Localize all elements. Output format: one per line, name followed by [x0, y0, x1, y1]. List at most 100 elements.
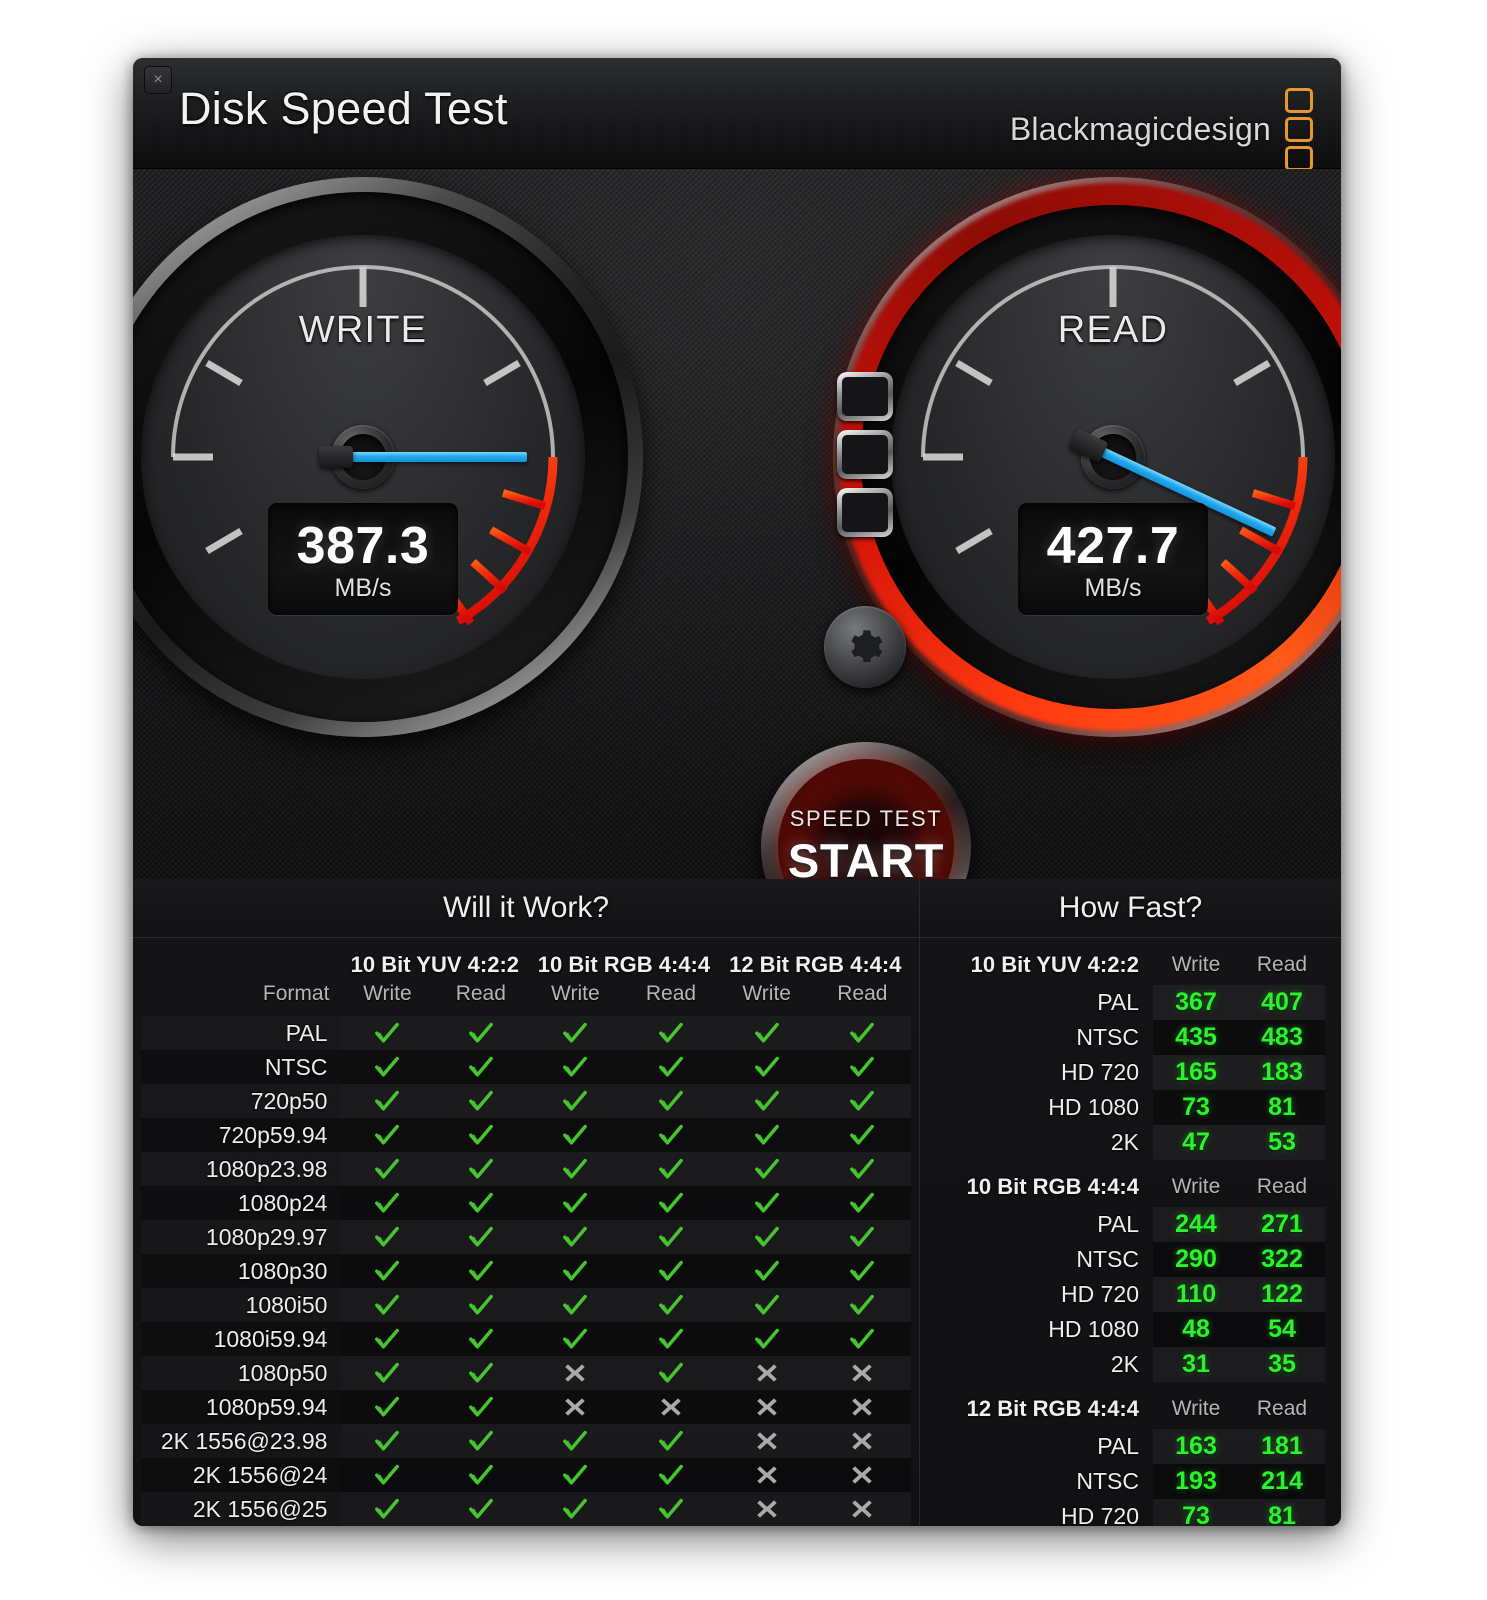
- cross-icon: [565, 1398, 586, 1416]
- support-check-cell: [813, 1322, 911, 1356]
- format-label: 720p50: [141, 1084, 341, 1118]
- check-icon: [563, 1056, 588, 1077]
- support-check-cell: [433, 1186, 529, 1220]
- support-check-cell: [341, 1288, 433, 1322]
- support-check-cell: [622, 1492, 719, 1526]
- support-check-cell: [433, 1084, 528, 1118]
- support-check-cell: [528, 1322, 623, 1356]
- table-row: NTSC 193 214: [936, 1464, 1325, 1499]
- cross-icon: [661, 1398, 681, 1416]
- support-check-cell: [622, 1424, 719, 1458]
- check-icon: [659, 1124, 683, 1145]
- support-check-cell: [433, 1254, 529, 1288]
- check-icon: [563, 1464, 588, 1485]
- settings-button[interactable]: [824, 606, 906, 688]
- how-fast-section-header: 10 Bit RGB 4:4:4 Write Read: [936, 1160, 1325, 1207]
- check-icon: [659, 1430, 683, 1451]
- check-icon: [659, 1464, 683, 1485]
- check-icon: [468, 1056, 493, 1077]
- section-write-header: Write: [1171, 1396, 1221, 1420]
- check-icon: [659, 1022, 683, 1043]
- table-row: PAL 163 181: [936, 1429, 1325, 1464]
- support-check-cell: [719, 1118, 814, 1152]
- table-row: HD 720 73 81: [936, 1499, 1325, 1526]
- sub-header-0-read: Read: [455, 982, 506, 1005]
- logo-block-1-icon: [837, 372, 893, 421]
- check-icon: [850, 1328, 875, 1349]
- table-row: PAL: [141, 1016, 911, 1050]
- format-label: PAL: [141, 1016, 341, 1050]
- check-icon: [468, 1158, 493, 1179]
- read-speed-value: 81: [1239, 1090, 1325, 1125]
- check-icon: [850, 1226, 875, 1247]
- support-check-cell: [341, 1152, 433, 1186]
- read-speed-value: 271: [1239, 1207, 1325, 1242]
- support-check-cell: [813, 1254, 911, 1288]
- section-read-header: Read: [1256, 1396, 1308, 1420]
- read-speed-value: 407: [1239, 985, 1325, 1020]
- sub-header-1-read: Read: [645, 982, 697, 1005]
- how-fast-section-header: 12 Bit RGB 4:4:4 Write Read: [936, 1382, 1325, 1429]
- check-icon: [659, 1294, 683, 1315]
- read-unit: MB/s: [1084, 573, 1142, 602]
- support-cross-cell: [720, 1492, 814, 1526]
- support-check-cell: [341, 1492, 433, 1526]
- support-cross-cell: [814, 1424, 911, 1458]
- table-row: NTSC 290 322: [936, 1242, 1325, 1277]
- check-icon: [754, 1090, 779, 1111]
- close-icon[interactable]: ×: [144, 66, 172, 94]
- sub-header-2-read: Read: [837, 982, 888, 1005]
- support-check-cell: [528, 1084, 622, 1118]
- support-check-cell: [814, 1220, 911, 1254]
- will-it-work-panel: Will it Work? 10 Bit YUV 4:2:2 10 Bit RG…: [133, 879, 920, 1526]
- check-icon: [468, 1362, 493, 1383]
- check-icon: [375, 1192, 400, 1213]
- support-cross-cell: [528, 1390, 623, 1424]
- cross-icon: [852, 1398, 873, 1416]
- section-read-header: Read: [1256, 952, 1308, 976]
- support-check-cell: [528, 1288, 622, 1322]
- section-read-header: Read: [1256, 1174, 1308, 1198]
- check-icon: [659, 1056, 683, 1077]
- check-icon: [754, 1328, 779, 1349]
- read-speed-value: 214: [1239, 1464, 1325, 1499]
- title-bar: × Disk Speed Test Blackmagicdesign: [133, 58, 1341, 171]
- disk-speed-test-window: × Disk Speed Test Blackmagicdesign WRITE…: [133, 58, 1341, 1526]
- check-icon: [468, 1260, 493, 1281]
- sub-header-1-write: Write: [551, 982, 600, 1005]
- check-icon: [375, 1124, 400, 1145]
- results-panels: Will it Work? 10 Bit YUV 4:2:2 10 Bit RG…: [133, 879, 1341, 1526]
- check-icon: [754, 1158, 779, 1179]
- format-label: 1080i50: [141, 1288, 341, 1322]
- table-row: HD 720 165 183: [936, 1055, 1325, 1090]
- check-icon: [375, 1090, 400, 1111]
- write-speed-value: 165: [1153, 1055, 1239, 1090]
- support-cross-cell: [814, 1356, 911, 1390]
- check-icon: [659, 1260, 683, 1281]
- read-gauge: READ 427.7 MB/s: [833, 177, 1341, 737]
- check-icon: [375, 1260, 400, 1281]
- speed-test-start-button[interactable]: SPEED TEST START: [761, 742, 971, 879]
- section-name: 10 Bit RGB 4:4:4: [966, 1173, 1139, 1199]
- table-row: PAL 244 271: [936, 1207, 1325, 1242]
- format-label: PAL: [1097, 989, 1139, 1015]
- table-row: 2K 1556@25: [141, 1492, 911, 1526]
- check-icon: [659, 1498, 683, 1519]
- check-icon: [659, 1328, 683, 1349]
- write-speed-value: 31: [1153, 1347, 1239, 1382]
- logo-block-2-icon: [837, 430, 893, 479]
- support-check-cell: [341, 1016, 433, 1050]
- format-label: NTSC: [1076, 1246, 1139, 1272]
- format-label: 2K: [1110, 1351, 1139, 1377]
- logo-mark-stack: [837, 372, 893, 537]
- table-row: HD 1080 73 81: [936, 1090, 1325, 1125]
- format-label: HD 720: [1061, 1281, 1139, 1307]
- support-check-cell: [341, 1356, 433, 1390]
- format-label: 1080p30: [141, 1254, 342, 1288]
- table-row: 1080p59.94: [141, 1390, 911, 1424]
- support-check-cell: [622, 1186, 720, 1220]
- support-check-cell: [720, 1288, 814, 1322]
- support-check-cell: [433, 1390, 529, 1424]
- format-label: NTSC: [1076, 1468, 1139, 1494]
- support-check-cell: [720, 1220, 814, 1254]
